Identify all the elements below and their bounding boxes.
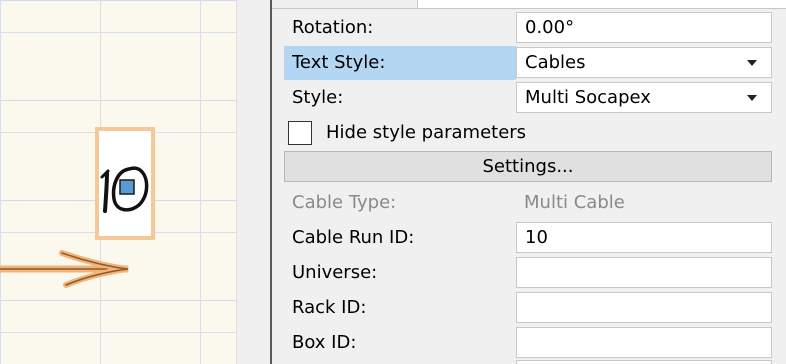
drawing-canvas[interactable]	[0, 0, 236, 364]
rack-id-label: Rack ID:	[292, 297, 367, 318]
cable-type-row: Cable Type: Multi Cable	[284, 186, 774, 220]
style-value: Multi Socapex	[525, 87, 651, 108]
grid-line	[0, 332, 236, 333]
rack-id-row: Rack ID:	[284, 291, 774, 325]
rotation-row: Rotation: 0.00°	[284, 11, 774, 45]
cable-run-label[interactable]	[95, 127, 155, 240]
text-style-row: Text Style: Cables	[284, 46, 774, 80]
cable-run-id-row: Cable Run ID: 10	[284, 221, 774, 255]
universe-row: Universe:	[284, 256, 774, 290]
style-select[interactable]: Multi Socapex	[516, 82, 772, 113]
style-label: Style:	[292, 87, 344, 108]
box-id-input[interactable]	[516, 327, 772, 358]
cable-run-label-graphic	[100, 166, 149, 213]
text-style-select[interactable]: Cables	[516, 47, 772, 78]
rack-id-input[interactable]	[516, 292, 772, 323]
grid-line	[200, 0, 201, 364]
cable-run-id-input[interactable]: 10	[516, 222, 772, 253]
hide-style-parameters-checkbox[interactable]	[288, 121, 312, 145]
universe-input[interactable]	[516, 257, 772, 288]
panel-tab[interactable]	[417, 0, 786, 9]
cable-type-value: Multi Cable	[524, 192, 625, 213]
chevron-down-icon[interactable]	[747, 95, 757, 101]
grid-line	[0, 32, 236, 33]
rotation-input[interactable]: 0.00°	[516, 12, 772, 43]
settings-button[interactable]: Settings...	[284, 151, 772, 182]
next-field-edge[interactable]	[516, 360, 772, 364]
rotation-label: Rotation:	[292, 17, 374, 38]
box-id-row: Box ID:	[284, 326, 774, 360]
object-info-panel: Rotation: 0.00° Text Style: Cables Style…	[272, 0, 786, 364]
hide-style-parameters-label[interactable]: Hide style parameters	[326, 116, 526, 150]
chevron-down-icon[interactable]	[747, 60, 757, 66]
panel-divider[interactable]	[236, 0, 273, 364]
text-style-label: Text Style:	[292, 52, 386, 73]
grid-line	[0, 0, 1, 364]
cable-run-id-label: Cable Run ID:	[292, 227, 415, 248]
box-id-label: Box ID:	[292, 332, 357, 353]
cable-type-label: Cable Type:	[292, 192, 397, 213]
text-style-value: Cables	[525, 52, 586, 73]
universe-label: Universe:	[292, 262, 378, 283]
style-row: Style: Multi Socapex	[284, 81, 774, 115]
panel-tab-strip	[272, 0, 417, 9]
cable-arrow-icon[interactable]	[0, 245, 140, 291]
